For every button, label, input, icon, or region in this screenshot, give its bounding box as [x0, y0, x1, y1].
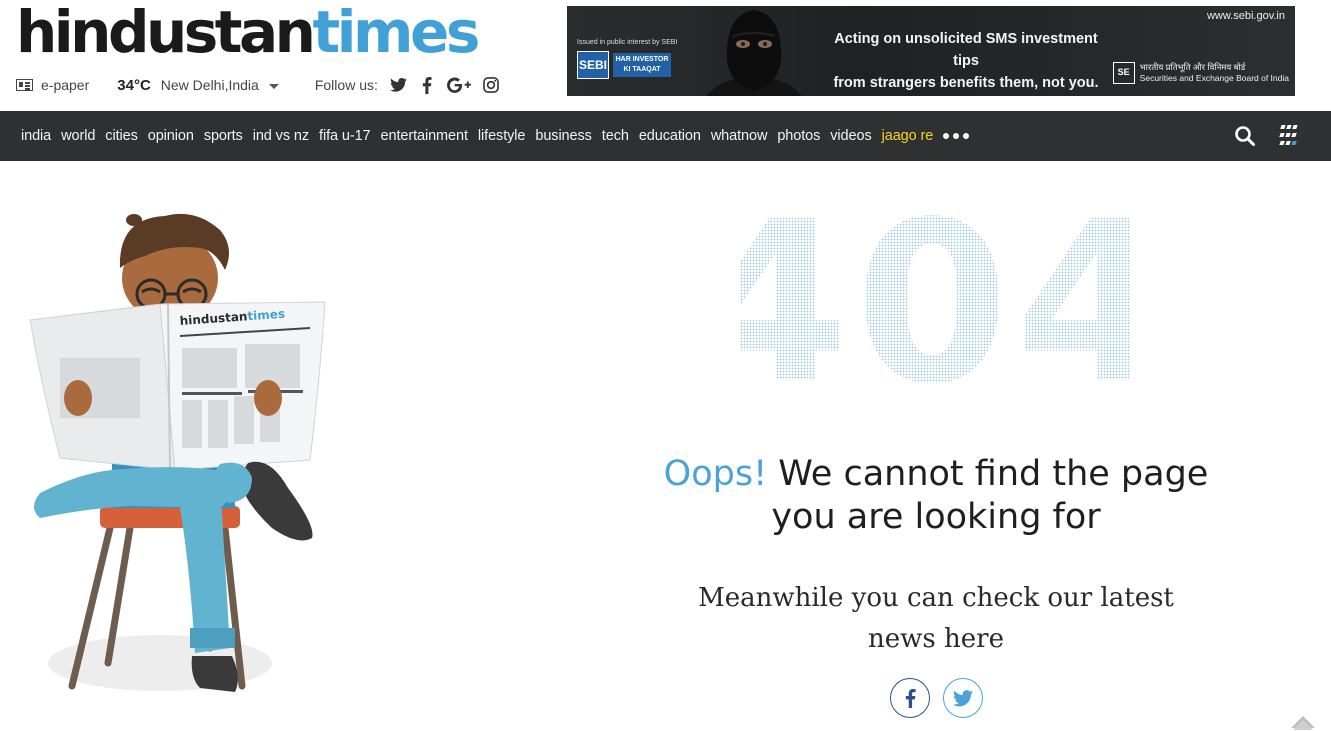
ad-issued-text: Issued in public interest by SEBI [577, 39, 678, 46]
nav-item-entertainment[interactable]: entertainment [381, 128, 468, 144]
nav-item-ind-vs-nz[interactable]: ind vs nz [253, 128, 309, 144]
nav-item-whatnow[interactable]: whatnow [711, 128, 768, 144]
follow-us-label: Follow us: [314, 77, 378, 93]
twitter-share-button[interactable] [943, 678, 983, 718]
header-subbar: e-paper 34°C New Delhi,India Follow us: [16, 74, 510, 96]
social-links [390, 76, 510, 94]
sebi-hindi-name: भारतीय प्रतिभूति और विनिमय बोर्ड [1139, 62, 1246, 72]
temperature: 34°C [117, 76, 151, 94]
nav-item-sports[interactable]: sports [204, 128, 243, 144]
nav-item-world[interactable]: world [61, 128, 95, 144]
city-selector[interactable]: New Delhi,India [161, 77, 259, 93]
har-investor-badge: HAR INVESTOR KI TAAQAT [613, 53, 671, 77]
facebook-share-button[interactable] [890, 678, 930, 718]
nav-item-education[interactable]: education [639, 128, 701, 144]
logo-part-times: times [312, 0, 480, 66]
sebi-mini-logo: SE [1112, 62, 1135, 84]
epaper-link[interactable]: e-paper [41, 77, 89, 93]
nav-item-lifestyle[interactable]: lifestyle [478, 128, 526, 144]
ad-message: Acting on unsolicited SMS investment tip… [821, 28, 1111, 94]
ad-message-line1: Acting on unsolicited SMS investment tip… [834, 31, 1098, 69]
twitter-icon [953, 689, 973, 706]
svg-text:404: 404 [740, 205, 1130, 385]
twitter-icon[interactable] [390, 76, 408, 94]
logo-part-hindustan: hindustan [16, 0, 316, 66]
more-menu-icon[interactable] [943, 133, 973, 139]
facebook-icon [905, 688, 916, 708]
nav-item-jaago-re[interactable]: jaago re [882, 128, 934, 144]
nav-item-photos[interactable]: photos [777, 128, 820, 144]
nav-item-fifa-u17[interactable]: fifa u-17 [319, 128, 371, 144]
main-nav: india world cities opinion sports ind vs… [0, 111, 1331, 161]
reading-man-illustration: hindustantimes [29, 213, 326, 692]
site-logo[interactable]: hindustantimes [16, 0, 480, 66]
sebi-english-name: Securities and Exchange Board of India [1139, 73, 1289, 83]
sebi-ad-banner[interactable]: Issued in public interest by SEBI SEBI H… [567, 6, 1295, 96]
nav-item-videos[interactable]: videos [830, 128, 871, 144]
newspaper-icon[interactable] [16, 79, 33, 91]
sebi-name: भारतीय प्रतिभूति और विनिमय बोर्ड Securit… [1140, 62, 1289, 84]
nav-item-india[interactable]: india [21, 128, 51, 144]
instagram-icon[interactable] [482, 76, 500, 94]
oops-text: Oops! [663, 454, 768, 494]
nav-item-opinion[interactable]: opinion [148, 128, 194, 144]
apps-grid-icon[interactable] [1275, 124, 1299, 148]
nav-item-tech[interactable]: tech [602, 128, 629, 144]
error-heading: Oops! We cannot find the page you are lo… [660, 453, 1212, 539]
sebi-footer-logo: SE भारतीय प्रतिभूति और विनिमय बोर्ड Secu… [1112, 62, 1289, 84]
back-to-top-icon[interactable] [1290, 714, 1316, 731]
error-code-404: 404 [740, 205, 1130, 385]
masked-man-image [707, 10, 802, 96]
error-message: We cannot find the page you are looking … [771, 454, 1209, 537]
google-plus-icon[interactable] [446, 76, 472, 94]
search-icon[interactable] [1234, 125, 1256, 147]
nav-item-business[interactable]: business [535, 128, 592, 144]
sebi-logo: SEBI [577, 51, 609, 79]
site-header: hindustantimes e-paper 34°C New Delhi,In… [0, 0, 1331, 111]
latest-news-prompt: Meanwhile you can check our latest news … [698, 583, 1174, 654]
nav-item-cities[interactable]: cities [105, 128, 138, 144]
facebook-icon[interactable] [418, 76, 436, 94]
chevron-down-icon[interactable] [268, 83, 279, 89]
ad-message-line2: from strangers benefits them, not you. [833, 75, 1099, 91]
ad-url: www.sebi.gov.in [1206, 10, 1285, 22]
